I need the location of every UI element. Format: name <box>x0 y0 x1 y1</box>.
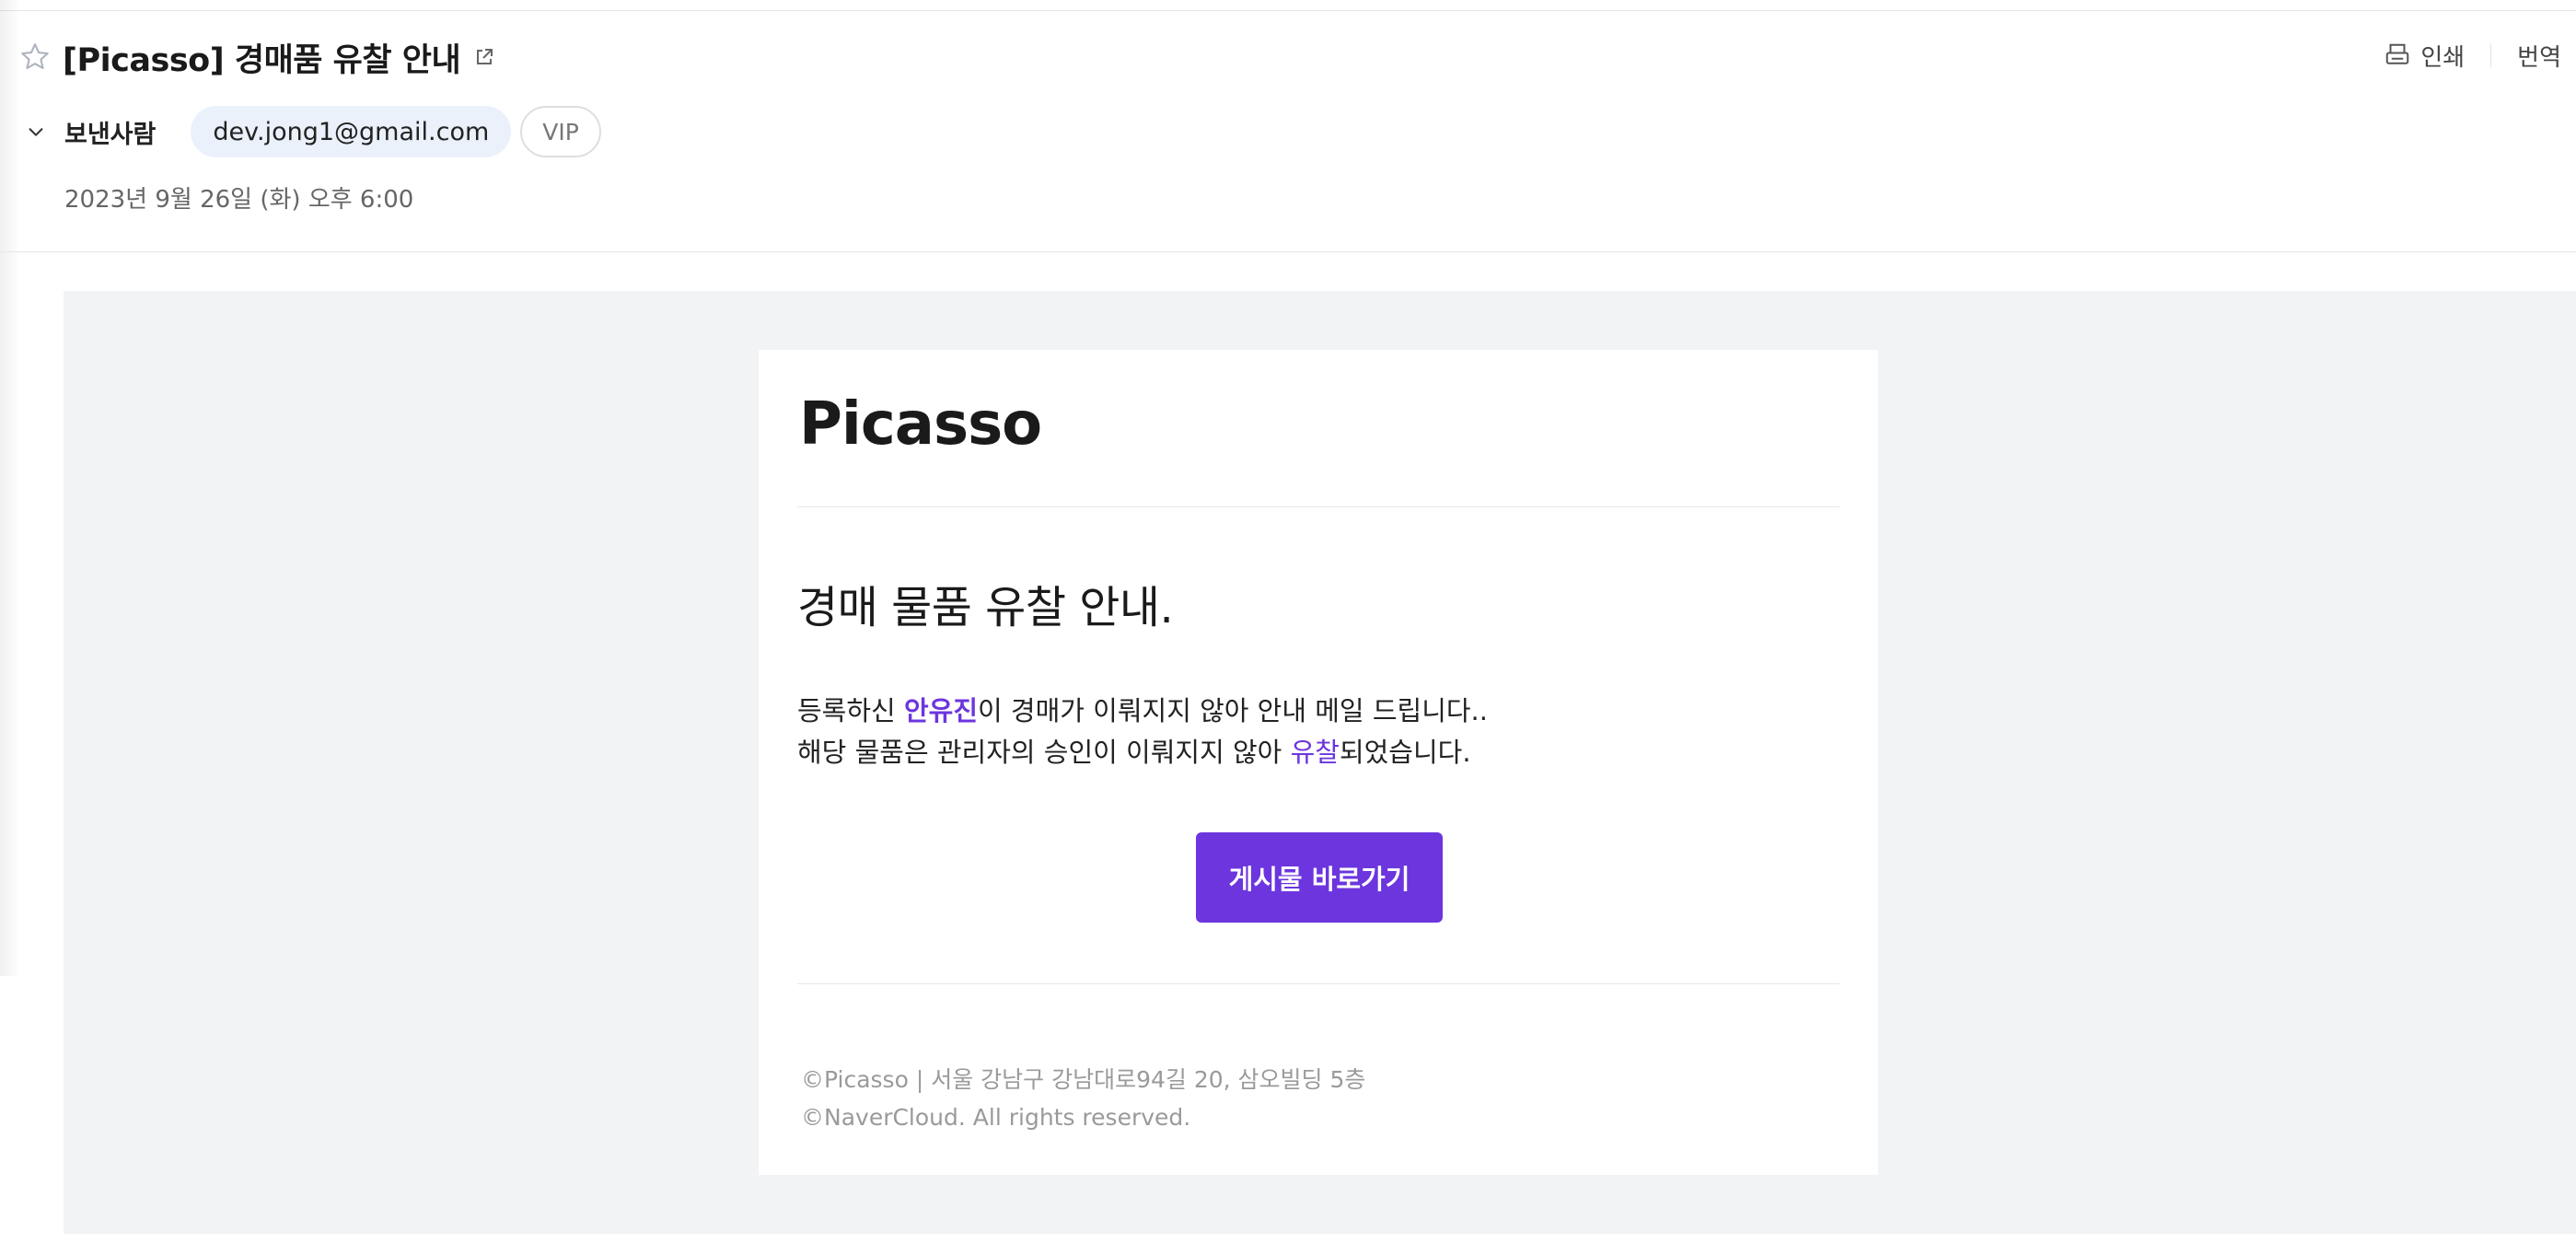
footer-address: ©Picasso | 서울 강남구 강남대로94길 20, 삼오빌딩 5층 <box>801 1066 1366 1093</box>
translate-label: 번역 <box>2517 43 2561 72</box>
brand-logo: Picasso <box>799 390 1042 459</box>
status-highlight: 유찰 <box>1290 737 1340 768</box>
card-divider-bottom <box>797 983 1839 984</box>
printer-icon <box>2384 41 2411 69</box>
sender-label: 보낸사람 <box>64 120 157 149</box>
footer-copyright: ©NaverCloud. All rights reserved. <box>801 1104 1191 1131</box>
header-actions: 인쇄 번역 <box>2384 35 2561 76</box>
mail-date: 2023년 9월 26일 (화) 오후 6:00 <box>64 186 414 214</box>
top-border <box>0 10 2576 11</box>
vip-tag[interactable]: VIP <box>520 106 601 157</box>
message-line-1: 등록하신 안유진이 경매가 이뤄지지 않아 안내 메일 드립니다.. <box>797 695 1488 726</box>
star-icon[interactable] <box>17 39 53 76</box>
registrant-name: 안유진 <box>903 695 978 726</box>
mail-card: Picasso 경매 물품 유찰 안내. 등록하신 안유진이 경매가 이뤄지지 … <box>759 350 1878 1175</box>
print-label: 인쇄 <box>2420 43 2466 72</box>
subject-row: [Picasso] 경매품 유찰 안내 <box>17 31 501 83</box>
sender-email-chip[interactable]: dev.jong1@gmail.com <box>191 106 512 157</box>
notice-message: 등록하신 안유진이 경매가 이뤄지지 않아 안내 메일 드립니다.. 해당 물품… <box>797 691 1488 773</box>
card-divider-top <box>797 506 1839 507</box>
left-panel-shadow <box>0 0 20 976</box>
notice-title: 경매 물품 유찰 안내. <box>797 582 1174 633</box>
card-footer: ©Picasso | 서울 강남구 강남대로94길 20, 삼오빌딩 5층 ©N… <box>801 1061 1365 1136</box>
open-external-icon[interactable] <box>473 43 501 71</box>
translate-button[interactable]: 번역 <box>2517 39 2561 73</box>
action-divider <box>2490 43 2492 67</box>
mail-subject: [Picasso] 경매품 유찰 안내 <box>63 41 461 79</box>
message-line-2: 해당 물품은 관리자의 승인이 이뤄지지 않아 유찰되었습니다. <box>797 737 1471 768</box>
header-divider <box>0 251 2576 252</box>
chevron-down-icon[interactable] <box>24 120 48 144</box>
print-button[interactable]: 인쇄 <box>2384 39 2465 73</box>
go-to-post-button[interactable]: 게시물 바로가기 <box>1196 832 1443 923</box>
sender-row: 보낸사람 dev.jong1@gmail.com VIP <box>24 105 601 158</box>
